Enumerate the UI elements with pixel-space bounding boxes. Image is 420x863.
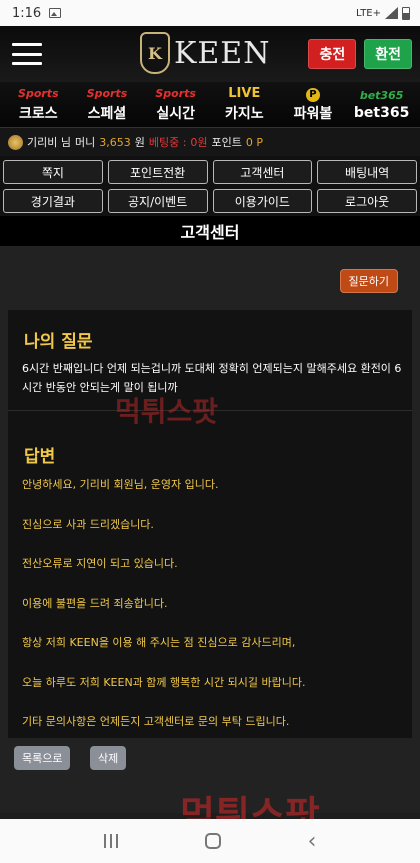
ask-question-button[interactable]: 질문하기 [339,269,398,293]
betting-value: 0원 [190,136,208,149]
watermark: 먹튀스팟 [115,395,219,428]
sports-logo-icon: Sports [86,86,128,100]
system-nav-bar: ‹ [0,819,420,863]
money-value: 3,653 [99,135,131,149]
status-left: 1:16 [12,5,62,21]
answer-title: 답변 [24,447,56,467]
answer-line: 진심으로 사과 드리겠습니다. [22,517,154,531]
live-logo-icon: LIVE [228,85,261,101]
nav-bet365[interactable]: bet365 bet365 [349,89,415,121]
nav-live[interactable]: Sports 실시간 [143,87,209,123]
site-header: K KEEN 충전 환전 [0,26,420,82]
question-title: 나의 질문 [24,332,93,352]
nav-label: 크로스 [19,105,58,122]
header-buttons: 충전 환전 [308,39,412,69]
menu-customer-center[interactable]: 고객센터 [212,160,313,184]
answer-line: 오늘 하루도 저희 KEEN과 함께 행복한 시간 되시길 바랍니다. [22,675,306,689]
menu-guide[interactable]: 이용가이드 [212,189,313,213]
nav-special[interactable]: Sports 스페셜 [74,87,140,123]
signal-icon [385,7,398,19]
answer-line: 안녕하세요, 기리비 회원님, 운영자 입니다. [22,478,219,491]
qa-panel: 나의 질문 6시간 반째입니다 언제 되는겁니까 도대체 정확히 언제되는지 말… [8,310,412,738]
logo-badge-icon: K [140,32,170,74]
logo-text: KEEN [174,35,271,71]
money-unit: 원 [134,136,145,149]
support-content: 질문하기 나의 질문 6시간 반째입니다 언제 되는겁니까 도대체 정확히 언제… [0,246,420,837]
withdraw-button[interactable]: 환전 [364,39,412,69]
account-menu: 쪽지 포인트전환 고객센터 배팅내역 경기결과 공지/이벤트 이용가이드 로그아… [0,156,420,216]
nav-label: 스페셜 [87,105,127,122]
point-value: 0 P [245,135,264,149]
back-icon[interactable]: ‹ [308,829,317,854]
answer-body: 안녕하세요, 기리비 회원님, 운영자 입니다. 진심으로 사과 드리겠습니다.… [22,476,402,753]
site-logo[interactable]: K KEEN [140,32,270,74]
answer-line: 전산오류로 지연이 되고 있습니다. [22,557,178,570]
user-info-bar: 기리비 님 머니 3,653 원 베팅중 :0원 포인트 0 P [0,128,420,156]
game-nav: Sports 크로스 Sports 스페셜 Sports 실시간 LIVE 카지… [0,82,420,128]
nav-label: 카지노 [224,105,264,122]
nav-label: bet365 [353,104,410,121]
status-right: LTE+ [356,6,410,20]
sports-logo-icon: Sports [155,86,196,100]
nav-casino[interactable]: LIVE 카지노 [211,85,277,123]
menu-logout[interactable]: 로그아웃 [317,189,417,213]
page-title: 고객센터 [0,216,420,246]
gallery-icon [49,8,62,18]
status-bar: 1:16 LTE+ [0,0,420,26]
battery-icon [402,6,410,20]
menu-icon[interactable] [12,43,42,65]
answer-line: 기타 문의사항은 언제든지 고객센터로 문의 부탁 드립니다. [22,715,290,728]
powerball-logo: P [305,87,320,102]
charge-button[interactable]: 충전 [308,39,357,69]
money-label: 머니 [74,136,96,149]
coin-icon [8,134,23,150]
bet365-logo-icon: bet365 [359,88,404,102]
network-label: LTE+ [356,7,381,19]
nav-label: 파워볼 [293,105,333,122]
status-time: 1:16 [12,5,42,21]
betting-label: 베팅중 : [148,136,187,149]
sports-logo-icon: Sports [18,86,59,100]
nav-powerball[interactable]: P 파워볼 [280,87,346,123]
recent-apps-icon[interactable] [103,834,118,848]
user-name: 기리비 님 [27,136,71,149]
menu-notice-event[interactable]: 공지/이벤트 [107,189,208,213]
answer-line: 항상 저희 KEEN을 이용 해 주시는 점 진심으로 감사드리며, [22,636,296,649]
point-label: 포인트 [211,136,242,149]
menu-betting-history[interactable]: 배팅내역 [317,160,417,184]
powerball-icon: P [305,87,320,102]
menu-messages[interactable]: 쪽지 [3,160,103,184]
nav-cross[interactable]: Sports 크로스 [5,87,71,123]
back-to-list-button[interactable]: 목록으로 [14,746,71,770]
menu-point-convert[interactable]: 포인트전환 [107,160,208,184]
delete-button[interactable]: 삭제 [90,746,127,770]
menu-game-results[interactable]: 경기결과 [3,189,103,213]
home-icon[interactable] [204,833,221,849]
nav-label: 실시간 [156,105,195,122]
answer-line: 이용에 불편을 드려 죄송합니다. [22,596,168,610]
